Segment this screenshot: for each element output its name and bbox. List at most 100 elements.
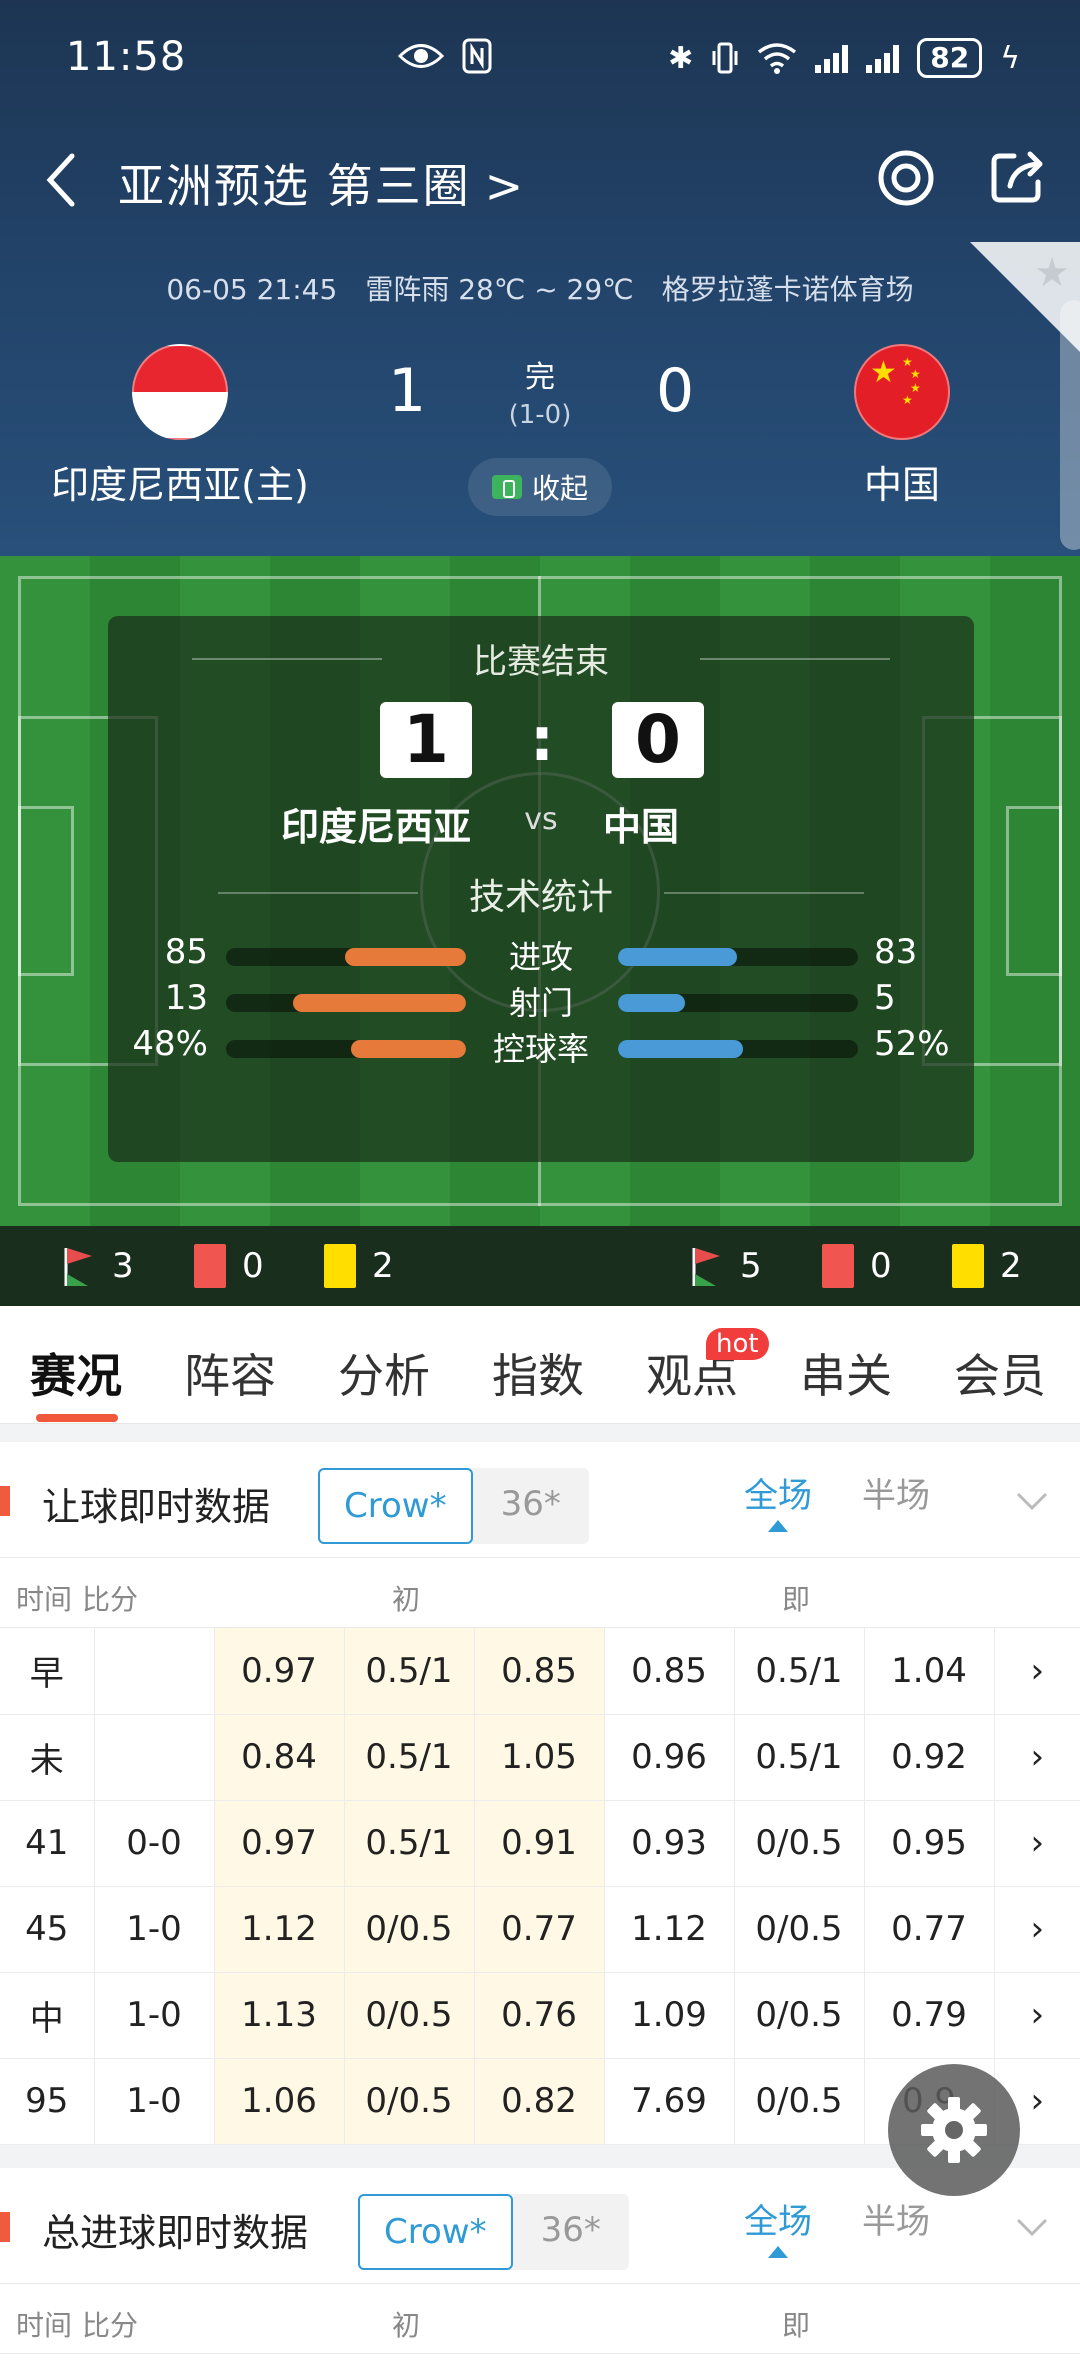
initial-home-odds: 1.06 [214,2058,345,2145]
table-row[interactable]: 未 0.84 0.5/1 1.05 0.96 0.5/1 0.92 › [0,1714,1080,1801]
period-half[interactable]: 半场 [862,2194,930,2243]
bookmaker-crow[interactable]: Crow* [358,2194,513,2270]
initial-away-odds: 0.85 [474,1628,605,1715]
flag-small-star: ★ [902,393,913,407]
chevron-right-icon[interactable]: › [994,1972,1080,2059]
chevron-right-icon[interactable]: › [994,1886,1080,1973]
red-card-icon [194,1244,226,1288]
china-flag-icon: ★ ★ ★ ★ ★ [854,344,950,440]
live-away-odds: 0.95 [864,1800,995,1887]
row-score: 1-0 [94,1886,215,1973]
match-status: 完 [525,360,555,395]
eye-icon [398,44,444,68]
events-bar: 3 0 2 5 0 2 [0,1226,1080,1306]
pitch-view: 比赛结束 1 : 0 印度尼西亚 vs 中国 技术统计 85 进攻 83 13 … [0,556,1080,1226]
totals-title: 总进球即时数据 [42,2211,309,2255]
live-home-odds: 1.09 [604,1972,735,2059]
yellow-card-icon [324,1244,356,1288]
live-away-odds: 0.92 [864,1714,995,1801]
period-tabs: 全场 半场 [744,2194,930,2258]
live-home-odds: 1.12 [604,1886,735,1973]
chevron-right-icon[interactable]: › [994,1714,1080,1801]
live-handicap: 0/0.5 [734,2058,865,2145]
match-datetime: 06-05 21:45 [166,273,338,306]
row-score: 1-0 [94,1972,215,2059]
collapse-button[interactable]: 收起 [468,458,612,516]
stat-home-fill [350,1040,466,1058]
away-team[interactable]: ★ ★ ★ ★ ★ 中国 [812,344,992,509]
chevron-down-icon[interactable] [1014,2208,1050,2244]
home-team-name: 印度尼西亚(主) [51,463,309,507]
back-icon[interactable] [40,150,84,210]
stat-away-value: 5 [874,978,896,1018]
stat-away-value: 83 [874,932,918,972]
table-row[interactable]: 中 1-0 1.13 0/0.5 0.76 1.09 0/0.5 0.79 › [0,1972,1080,2059]
tab-lineup[interactable]: 阵容 [184,1340,276,1406]
league-title[interactable]: 亚洲预选 第三圈 > [118,150,525,216]
period-tabs: 全场 半场 [744,1468,930,1532]
away-red-count: 0 [870,1246,892,1286]
share-icon[interactable] [988,146,1048,206]
chevron-right-icon[interactable]: › [994,1800,1080,1887]
table-row[interactable]: 45 1-0 1.12 0/0.5 0.77 1.12 0/0.5 0.77 › [0,1886,1080,1973]
corner-flag-icon [692,1248,720,1286]
live-home-odds: 0.85 [604,1628,735,1715]
initial-home-odds: 1.13 [214,1972,345,2059]
indonesia-flag-icon [132,344,228,440]
bookmaker-crow[interactable]: Crow* [318,1468,473,1544]
stat-home-bar [226,994,466,1012]
stat-home-bar [226,1040,466,1058]
table-row[interactable]: 41 0-0 0.97 0.5/1 0.91 0.93 0/0.5 0.95 › [0,1800,1080,1887]
status-left-icons [398,38,492,74]
tab-odds[interactable]: 指数 [492,1340,584,1406]
initial-away-odds: 0.77 [474,1886,605,1973]
chevron-down-icon[interactable] [1014,1482,1050,1518]
live-home-odds: 0.96 [604,1714,735,1801]
row-time: 41 [0,1800,95,1887]
initial-handicap: 0/0.5 [344,1886,475,1973]
chevron-right-icon[interactable]: › [994,1628,1080,1715]
stat-label: 进攻 [508,938,573,976]
league-name: 亚洲预选 第三圈 [118,159,471,213]
tech-stats-title: 技术统计 [108,868,974,920]
bookmaker-selector: Crow* 36* [318,1468,589,1544]
side-handle[interactable] [1060,300,1080,550]
live-handicap: 0/0.5 [734,1886,865,1973]
period-full[interactable]: 全场 [744,2194,812,2258]
tab-analysis[interactable]: 分析 [338,1340,430,1406]
settings-fab[interactable] [888,2064,1020,2196]
col-score: 比分 [82,1583,139,1616]
row-time: 早 [0,1628,95,1715]
row-time: 45 [0,1886,95,1973]
signal-icon [815,43,849,73]
bookmaker-36[interactable]: 36* [513,2194,629,2270]
bookmaker-36[interactable]: 36* [473,1468,589,1544]
panel-home-score: 1 [380,702,472,778]
league-arrow: > [484,159,526,213]
gear-icon [921,2097,987,2163]
live-away-odds: 1.04 [864,1628,995,1715]
panel-title: 比赛结束 [108,634,974,683]
tab-live[interactable]: 赛况 [30,1340,122,1406]
section-marker [0,2212,10,2242]
initial-handicap: 0.5/1 [344,1714,475,1801]
home-team[interactable]: 印度尼西亚(主) [40,344,320,509]
initial-away-odds: 0.76 [474,1972,605,2059]
tab-parlay[interactable]: 串关 [800,1340,892,1406]
bookmaker-selector: Crow* 36* [358,2194,629,2270]
match-venue: 格罗拉蓬卡诺体育场 [661,273,914,306]
nav-bar: 亚洲预选 第三圈 > [0,140,1080,220]
col-initial: 初 [392,2309,421,2342]
tab-active-indicator [36,1414,118,1422]
period-full[interactable]: 全场 [744,1468,812,1532]
col-time: 时间 [16,2309,73,2342]
stat-row-attack: 85 进攻 83 [108,932,974,982]
row-score [94,1628,215,1715]
initial-handicap: 0.5/1 [344,1628,475,1715]
target-icon[interactable] [876,148,936,208]
totals-column-header: 时间 比分 初 即 [0,2284,1080,2354]
col-live: 即 [782,2309,811,2342]
period-half[interactable]: 半场 [862,1468,930,1517]
table-row[interactable]: 早 0.97 0.5/1 0.85 0.85 0.5/1 1.04 › [0,1628,1080,1715]
tab-member[interactable]: 会员 [954,1340,1046,1406]
